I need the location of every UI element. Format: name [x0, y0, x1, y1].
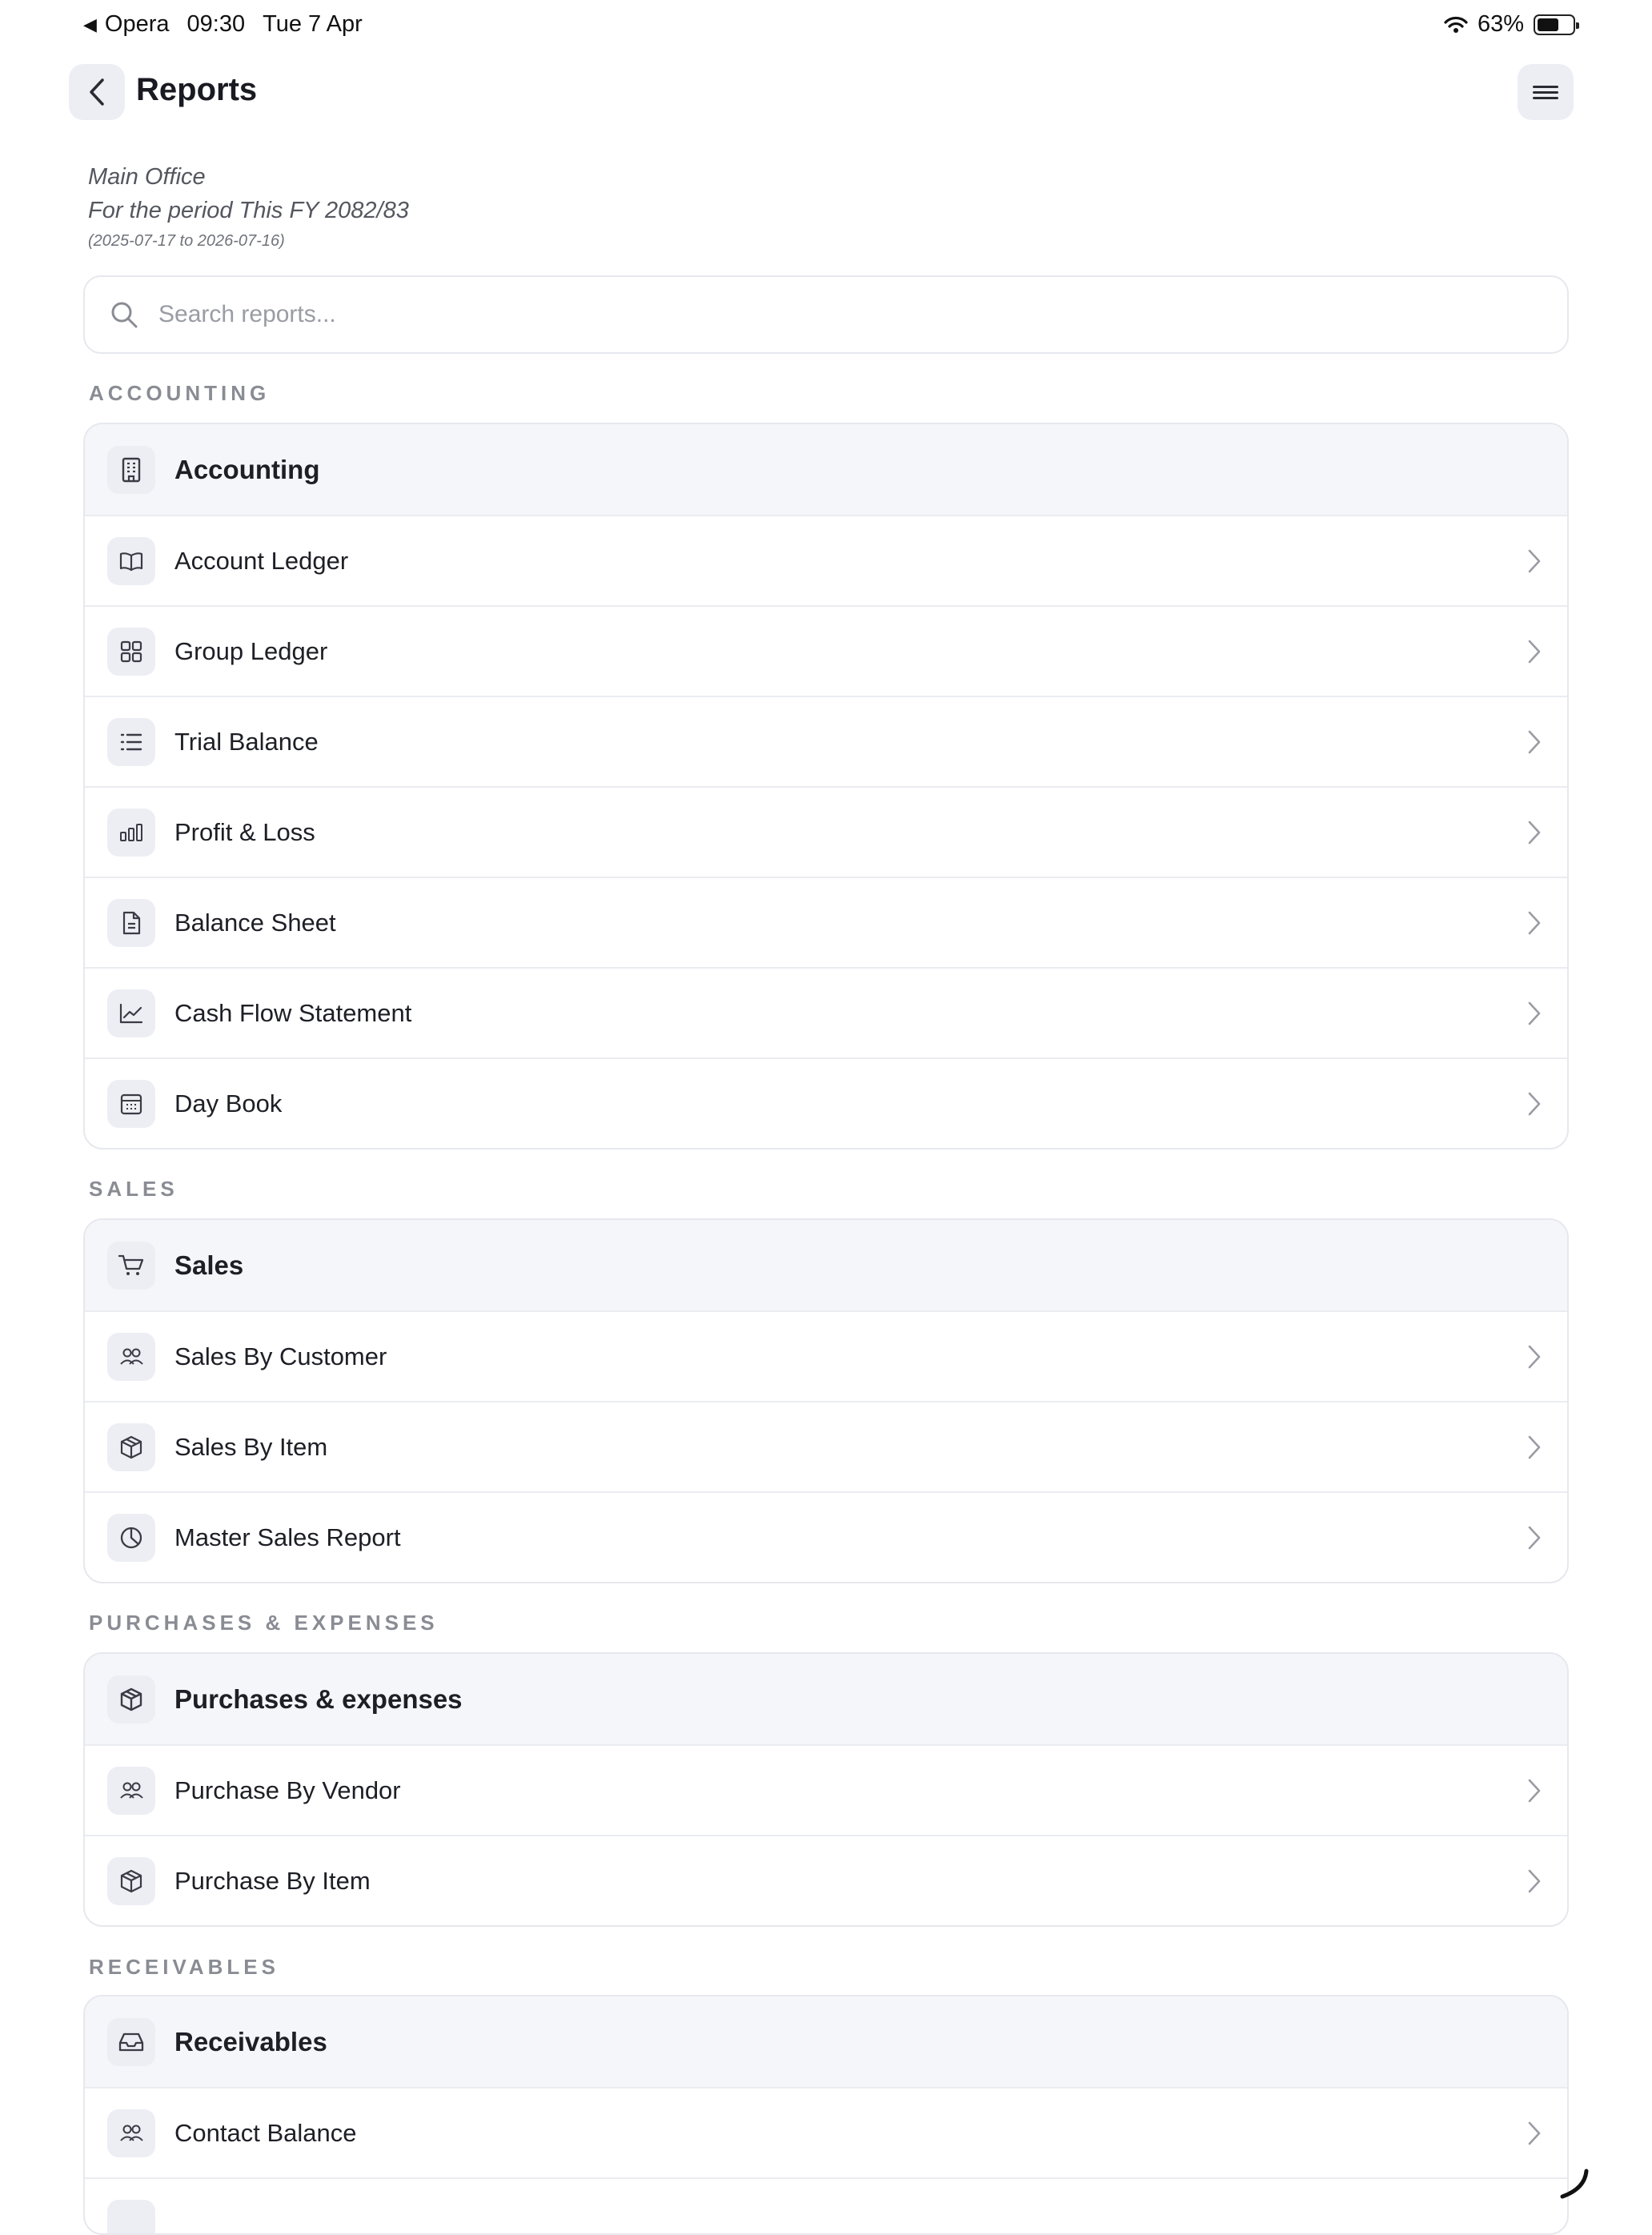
section-header-accounting[interactable]: Accounting [85, 424, 1567, 515]
bar-chart-icon [107, 809, 155, 857]
report-item-label: Master Sales Report [174, 1523, 401, 1552]
report-item-trial-balance[interactable]: Trial Balance [85, 696, 1567, 786]
loading-spinner-icon [1556, 2168, 1593, 2200]
status-bar: ◀ Opera 09:30 Tue 7 Apr 63% [0, 0, 1652, 51]
wifi-icon [1444, 15, 1468, 34]
chevron-right-icon [1526, 999, 1543, 1028]
report-item-partial[interactable] [85, 2177, 1567, 2235]
section-card-purchases: Purchases & expenses Purchase By Vendor … [83, 1652, 1569, 1927]
grid-icon [107, 628, 155, 676]
date-range: (2025-07-17 to 2026-07-16) [88, 227, 409, 255]
search-icon [109, 299, 139, 330]
package-icon [107, 1857, 155, 1905]
package-icon [107, 1423, 155, 1471]
search-box[interactable] [83, 275, 1569, 354]
report-item-purchase-by-vendor[interactable]: Purchase By Vendor [85, 1744, 1567, 1835]
fiscal-period: For the period This FY 2082/83 [88, 194, 409, 227]
section-header-label: Accounting [174, 455, 319, 485]
chevron-right-icon [1526, 909, 1543, 937]
line-chart-icon [107, 989, 155, 1037]
package-icon [107, 1675, 155, 1723]
report-item-master-sales-report[interactable]: Master Sales Report [85, 1491, 1567, 1582]
report-item-contact-balance[interactable]: Contact Balance [85, 2087, 1567, 2177]
report-item-label: Trial Balance [174, 728, 319, 756]
cart-icon [107, 1242, 155, 1290]
menu-button[interactable] [1518, 64, 1574, 120]
back-button[interactable] [69, 64, 125, 120]
chevron-right-icon [1526, 1433, 1543, 1462]
report-item-label: Account Ledger [174, 547, 348, 576]
file-text-icon [107, 899, 155, 947]
building-icon [107, 446, 155, 494]
back-app-name[interactable]: Opera [105, 11, 170, 38]
report-item-label: Cash Flow Statement [174, 999, 411, 1028]
section-card-receivables: Receivables Contact Balance [83, 1995, 1569, 2235]
battery-percent: 63% [1478, 11, 1524, 38]
page-title: Reports [136, 72, 257, 108]
section-label-sales: SALES [89, 1177, 178, 1202]
calendar-icon [107, 1080, 155, 1128]
report-item-day-book[interactable]: Day Book [85, 1057, 1567, 1148]
report-item-label: Group Ledger [174, 637, 327, 666]
section-header-label: Receivables [174, 2027, 327, 2057]
status-date: Tue 7 Apr [263, 11, 363, 38]
section-header-sales[interactable]: Sales [85, 1220, 1567, 1310]
chevron-right-icon [1526, 637, 1543, 666]
chevron-right-icon [1526, 1089, 1543, 1118]
status-bar-left: ◀ Opera 09:30 Tue 7 Apr [83, 11, 363, 38]
book-open-icon [107, 537, 155, 585]
users-icon [107, 1333, 155, 1381]
hamburger-menu-icon [1531, 82, 1560, 102]
chevron-right-icon [1526, 1776, 1543, 1805]
report-item-label: Contact Balance [174, 2119, 356, 2148]
chevron-right-icon [1526, 728, 1543, 756]
report-item-group-ledger[interactable]: Group Ledger [85, 605, 1567, 696]
users-icon [107, 2109, 155, 2157]
section-header-purchases[interactable]: Purchases & expenses [85, 1654, 1567, 1744]
chevron-right-icon [1526, 2119, 1543, 2148]
section-header-receivables[interactable]: Receivables [85, 1996, 1567, 2087]
section-label-accounting: ACCOUNTING [89, 381, 270, 406]
battery-icon [1534, 14, 1575, 35]
report-item-account-ledger[interactable]: Account Ledger [85, 515, 1567, 605]
section-card-accounting: Accounting Account Ledger Group Ledger T… [83, 423, 1569, 1150]
report-item-balance-sheet[interactable]: Balance Sheet [85, 877, 1567, 967]
report-item-purchase-by-item[interactable]: Purchase By Item [85, 1835, 1567, 1925]
inbox-icon [107, 2018, 155, 2066]
back-to-app-icon[interactable]: ◀ [83, 14, 97, 35]
report-item-sales-by-item[interactable]: Sales By Item [85, 1401, 1567, 1491]
report-item-label: Sales By Customer [174, 1342, 387, 1371]
partial-item-icon [107, 2200, 155, 2235]
pie-chart-icon [107, 1514, 155, 1562]
status-time: 09:30 [187, 11, 246, 38]
list-icon [107, 718, 155, 766]
report-item-profit-loss[interactable]: Profit & Loss [85, 786, 1567, 877]
section-card-sales: Sales Sales By Customer Sales By Item Ma… [83, 1218, 1569, 1583]
battery-level-fill [1538, 18, 1558, 31]
chevron-left-icon [85, 76, 109, 108]
report-item-label: Profit & Loss [174, 818, 315, 847]
section-header-label: Sales [174, 1250, 243, 1281]
chevron-right-icon [1526, 818, 1543, 847]
report-item-cash-flow-statement[interactable]: Cash Flow Statement [85, 967, 1567, 1057]
status-bar-right: 63% [1444, 11, 1575, 38]
report-item-label: Sales By Item [174, 1433, 327, 1462]
chevron-right-icon [1526, 547, 1543, 576]
search-input[interactable] [158, 301, 1519, 328]
report-context: Main Office For the period This FY 2082/… [88, 160, 409, 255]
report-item-sales-by-customer[interactable]: Sales By Customer [85, 1310, 1567, 1401]
section-label-receivables: RECEIVABLES [89, 1955, 279, 1980]
chevron-right-icon [1526, 1342, 1543, 1371]
report-item-label: Day Book [174, 1089, 282, 1118]
report-item-label: Purchase By Item [174, 1867, 371, 1896]
top-bar: Reports [69, 64, 1574, 122]
office-name: Main Office [88, 160, 409, 194]
chevron-right-icon [1526, 1867, 1543, 1896]
users-icon [107, 1767, 155, 1815]
section-label-purchases: PURCHASES & EXPENSES [89, 1611, 439, 1635]
section-header-label: Purchases & expenses [174, 1684, 463, 1715]
chevron-right-icon [1526, 1523, 1543, 1552]
report-item-label: Balance Sheet [174, 909, 336, 937]
report-item-label: Purchase By Vendor [174, 1776, 401, 1805]
